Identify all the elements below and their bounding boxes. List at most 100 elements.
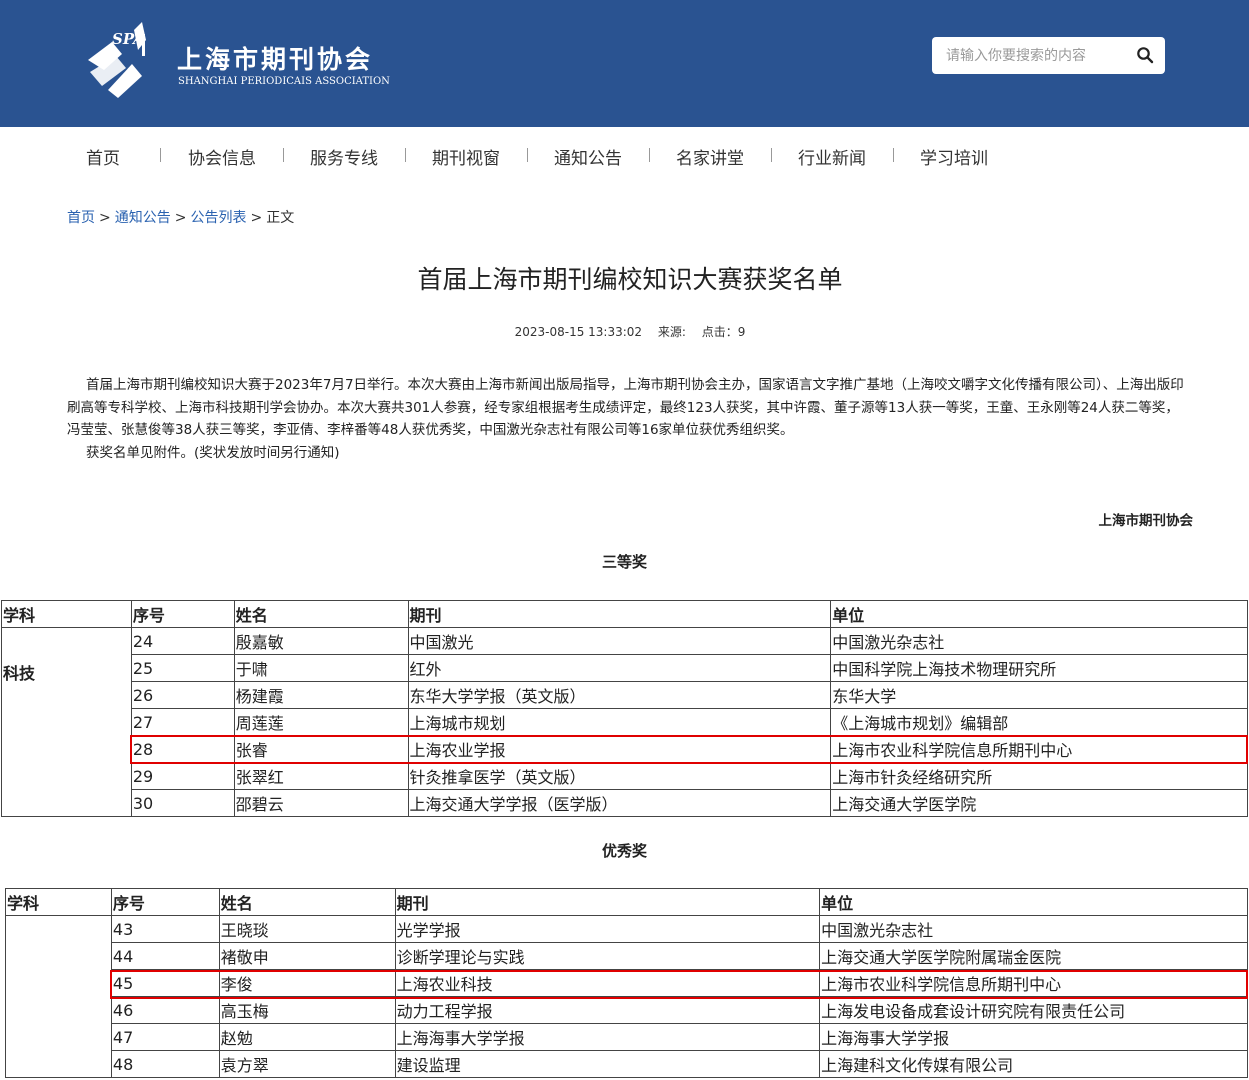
breadcrumb-current: 正文 xyxy=(266,210,295,226)
nav-item-training[interactable]: 学习培训 xyxy=(920,144,988,169)
header-unit: 单位 xyxy=(819,888,1248,916)
cell-unit: 上海海事大学学报 xyxy=(819,1023,1248,1051)
table-row: 26 杨建霞 东华大学学报（英文版） 东华大学 xyxy=(2,681,1248,709)
cell-name: 邵碧云 xyxy=(233,789,409,817)
header-subject: 学科 xyxy=(1,600,132,628)
table-row-highlighted: 28 张睿 上海农业学报 上海市农业科学院信息所期刊中心 xyxy=(2,735,1248,763)
nav-item-industry-news[interactable]: 行业新闻 xyxy=(798,144,866,169)
breadcrumb-separator: > xyxy=(174,210,187,226)
site-title[interactable]: 上海市期刊协会 xyxy=(177,40,373,76)
cell-name: 王晓琰 xyxy=(218,915,396,943)
cell-name: 李俊 xyxy=(218,969,396,997)
cell-unit: 上海市针灸经络研究所 xyxy=(830,762,1248,790)
table-row: 29 张翠红 针灸推拿医学（英文版） 上海市针灸经络研究所 xyxy=(2,762,1248,790)
table-header-row: 学科 序号 姓名 期刊 单位 xyxy=(5,888,1248,916)
cell-name: 周莲莲 xyxy=(233,708,409,736)
nav-item-periodical-window[interactable]: 期刊视窗 xyxy=(432,144,500,169)
cell-unit: 东华大学 xyxy=(830,681,1248,709)
nav-divider xyxy=(283,148,284,162)
search-icon[interactable] xyxy=(1136,46,1154,64)
table-row: 44 褚敬申 诊断学理论与实践 上海交通大学医学院附属瑞金医院 xyxy=(6,942,1248,970)
cell-name: 袁方翠 xyxy=(218,1050,396,1078)
breadcrumb-notices-link[interactable]: 通知公告 xyxy=(115,210,171,226)
spa-logo-icon[interactable]: SPA xyxy=(82,20,156,98)
cell-journal: 中国激光 xyxy=(407,627,832,655)
subject-cell: 科技 xyxy=(1,627,132,817)
table-header-row: 学科 序号 姓名 期刊 单位 xyxy=(1,600,1248,628)
cell-number: 47 xyxy=(110,1023,220,1051)
header-number: 序号 xyxy=(130,600,235,628)
cell-journal: 上海交通大学学报（医学版） xyxy=(407,789,832,817)
article-paragraph: 首届上海市期刊编校知识大赛于2023年7月7日举行。本次大赛由上海市新闻出版局指… xyxy=(67,377,1184,438)
nav-item-home[interactable]: 首页 xyxy=(86,144,120,169)
publish-date: 2023-08-15 13:33:02 xyxy=(514,325,643,339)
nav-divider xyxy=(527,148,528,162)
cell-journal: 建设监理 xyxy=(394,1050,821,1078)
cell-name: 褚敬申 xyxy=(218,942,396,970)
search-input[interactable] xyxy=(946,46,1126,66)
cell-number: 28 xyxy=(130,735,235,763)
header-name: 姓名 xyxy=(233,600,409,628)
nav-item-notices[interactable]: 通知公告 xyxy=(554,144,622,169)
source-label: 来源: xyxy=(657,325,686,339)
cell-unit: 上海交通大学医学院 xyxy=(830,789,1248,817)
cell-unit: 上海发电设备成套设计研究院有限责任公司 xyxy=(819,996,1248,1024)
cell-journal: 上海农业学报 xyxy=(407,735,832,763)
cell-number: 26 xyxy=(130,681,235,709)
header-journal: 期刊 xyxy=(394,888,821,916)
breadcrumb-list-link[interactable]: 公告列表 xyxy=(190,210,246,226)
third-prize-table: 学科 序号 姓名 期刊 单位 科技 24 殷嘉敏 中国激光 中国激光杂志社 25… xyxy=(1,600,1248,817)
cell-name: 于啸 xyxy=(233,654,409,682)
article-body: 首届上海市期刊编校知识大赛于2023年7月7日举行。本次大赛由上海市新闻出版局指… xyxy=(67,374,1187,464)
excellence-prize-title: 优秀奖 xyxy=(601,842,647,860)
nav-item-association-info[interactable]: 协会信息 xyxy=(188,144,256,169)
nav-divider xyxy=(771,148,772,162)
nav-item-expert-lectures[interactable]: 名家讲堂 xyxy=(676,144,744,169)
cell-journal: 光学学报 xyxy=(394,915,821,943)
breadcrumb-separator: > xyxy=(250,210,263,226)
table-row: 30 邵碧云 上海交通大学学报（医学版） 上海交通大学医学院 xyxy=(2,789,1248,817)
table-row: 47 赵勉 上海海事大学学报 上海海事大学学报 xyxy=(6,1023,1248,1051)
header-name: 姓名 xyxy=(218,888,396,916)
nav-divider xyxy=(405,148,406,162)
cell-journal: 诊断学理论与实践 xyxy=(394,942,821,970)
cell-number: 27 xyxy=(130,708,235,736)
excellence-prize-table: 学科 序号 姓名 期刊 单位 43 王晓琰 光学学报 中国激光杂志社 44 褚敬… xyxy=(5,888,1248,1078)
table-row: 科技 24 殷嘉敏 中国激光 中国激光杂志社 xyxy=(1,627,1248,817)
site-subtitle: SHANGHAI PERIODICAIS ASSOCIATION xyxy=(178,76,390,87)
third-prize-title: 三等奖 xyxy=(601,553,647,571)
table-row: 27 周莲莲 上海城市规划 《上海城市规划》编辑部 xyxy=(2,708,1248,736)
cell-journal: 上海海事大学学报 xyxy=(394,1023,821,1051)
breadcrumb: 首页 > 通知公告 > 公告列表 > 正文 xyxy=(67,207,294,227)
article-meta: 2023-08-15 13:33:02 来源: 点击：9 xyxy=(0,323,1249,340)
breadcrumb-home-link[interactable]: 首页 xyxy=(67,210,95,226)
table-row: 43 王晓琰 光学学报 中国激光杂志社 xyxy=(5,915,1248,1078)
search-box xyxy=(932,37,1165,74)
cell-unit: 上海建科文化传媒有限公司 xyxy=(819,1050,1248,1078)
cell-journal: 上海城市规划 xyxy=(407,708,832,736)
cell-number: 29 xyxy=(130,762,235,790)
table-row: 25 于啸 红外 中国科学院上海技术物理研究所 xyxy=(2,654,1248,682)
header-number: 序号 xyxy=(110,888,220,916)
cell-number: 25 xyxy=(130,654,235,682)
table-row-highlighted: 45 李俊 上海农业科技 上海市农业科学院信息所期刊中心 xyxy=(6,969,1248,997)
subject-label: 科技 xyxy=(3,664,36,683)
cell-journal: 针灸推拿医学（英文版） xyxy=(407,762,832,790)
cell-number: 48 xyxy=(110,1050,220,1078)
cell-journal: 动力工程学报 xyxy=(394,996,821,1024)
cell-unit: 上海市农业科学院信息所期刊中心 xyxy=(830,735,1248,763)
subject-cell xyxy=(5,915,112,1078)
breadcrumb-separator: > xyxy=(99,210,111,226)
cell-unit: 中国激光杂志社 xyxy=(830,627,1248,655)
cell-unit: 《上海城市规划》编辑部 xyxy=(830,708,1248,736)
cell-number: 30 xyxy=(130,789,235,817)
nav-divider xyxy=(160,148,161,162)
cell-unit: 上海市农业科学院信息所期刊中心 xyxy=(819,969,1248,997)
nav-item-service-line[interactable]: 服务专线 xyxy=(310,144,378,169)
table-row: 46 高玉梅 动力工程学报 上海发电设备成套设计研究院有限责任公司 xyxy=(6,996,1248,1024)
cell-number: 46 xyxy=(110,996,220,1024)
cell-number: 45 xyxy=(110,969,220,997)
cell-number: 24 xyxy=(130,627,235,655)
cell-unit: 中国激光杂志社 xyxy=(819,915,1248,943)
site-header: SPA 上海市期刊协会 SHANGHAI PERIODICAIS ASSOCIA… xyxy=(0,0,1249,127)
